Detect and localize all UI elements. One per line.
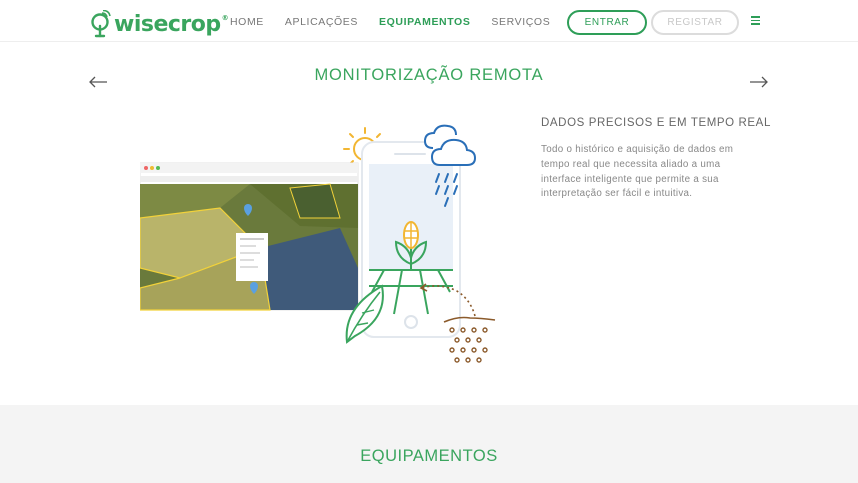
logo-wordmark: wisecrop® [114,11,229,37]
register-button[interactable]: REGISTAR [651,10,739,35]
top-header: wisecrop® HOME APLICAÇÕES EQUIPAMENTOS S… [0,0,858,42]
arrow-right-icon[interactable] [749,75,769,89]
nav-servicos[interactable]: SERVIÇOS [491,16,550,28]
tree-logo-icon [91,10,111,38]
arrow-left-icon[interactable] [88,75,108,89]
monitoring-illustration [140,124,496,363]
nav-equipamentos[interactable]: EQUIPAMENTOS [379,16,470,28]
wisecrop-logo[interactable]: wisecrop® [88,9,229,39]
main-nav: HOME APLICAÇÕES EQUIPAMENTOS SERVIÇOS [230,16,571,28]
feature-description: Todo o histórico e aquisição de dados em… [541,144,734,200]
feature-title: DADOS PRECISOS E EM TEMPO REAL [541,117,771,129]
nav-home[interactable]: HOME [230,16,264,28]
login-button[interactable]: ENTRAR [567,10,647,35]
browser-window [140,162,359,311]
section-title: EQUIPAMENTOS [360,447,498,465]
nav-aplicacoes[interactable]: APLICAÇÕES [285,16,358,28]
slide-title: MONITORIZAÇÃO REMOTA [314,66,544,84]
equipamentos-section: EQUIPAMENTOS [0,405,858,483]
hamburger-icon[interactable] [751,16,760,25]
